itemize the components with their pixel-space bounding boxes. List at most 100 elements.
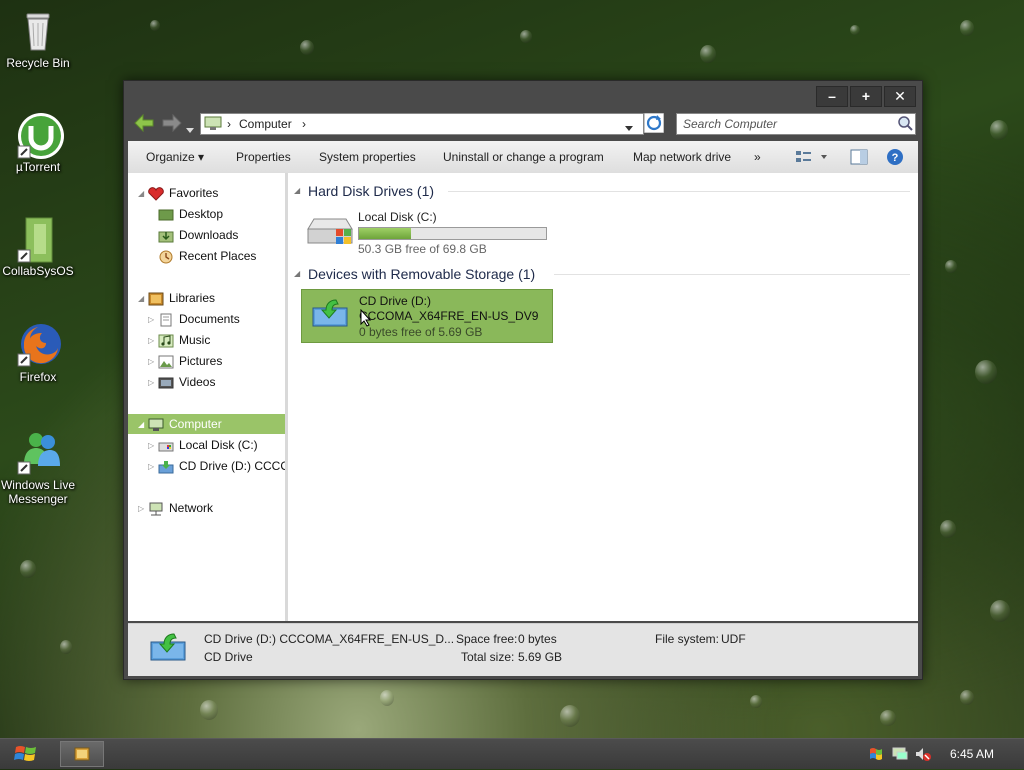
total-size-label: Total size: [461, 650, 515, 664]
nav-item-downloads[interactable]: Downloads [158, 225, 238, 245]
collapsed-triangle-icon[interactable]: ▷ [148, 457, 158, 477]
expanded-triangle-icon: ◢ [138, 293, 145, 303]
collapsed-triangle-icon[interactable]: ▷ [148, 436, 158, 456]
drive-usage-bar [358, 227, 547, 240]
minimize-button[interactable]: – [816, 86, 848, 107]
desktop-icon-label: Firefox [19, 370, 57, 384]
nav-item-pictures[interactable]: ▷ Pictures [148, 351, 222, 371]
nav-item-music[interactable]: ▷ Music [148, 330, 210, 350]
nav-item-recent-places[interactable]: Recent Places [158, 246, 256, 266]
collapsed-triangle-icon[interactable]: ▷ [138, 499, 148, 519]
volume-muted-icon[interactable] [914, 746, 932, 767]
network-tray-icon[interactable] [891, 746, 909, 767]
title-bar[interactable]: – + ✕ [124, 81, 922, 109]
more-commands-button[interactable]: » [754, 150, 761, 164]
nav-label: Documents [179, 312, 240, 326]
nav-item-computer[interactable]: ◢ Computer [128, 414, 285, 434]
local-disk-icon [158, 439, 174, 453]
desktop-icon-label: Windows Live Messenger [0, 478, 76, 506]
expanded-triangle-icon: ◢ [138, 419, 145, 429]
drive-item-local-disk[interactable]: Local Disk (C:) 50.3 GB free of 69.8 GB [304, 205, 554, 256]
recycle-bin-icon [16, 8, 60, 52]
drive-free-space: 50.3 GB free of 69.8 GB [358, 242, 487, 256]
desktop-icon-firefox[interactable]: Firefox [0, 322, 78, 384]
hard-drive-icon [306, 215, 354, 252]
network-icon [148, 502, 164, 516]
address-dropdown-icon[interactable] [625, 121, 633, 135]
uninstall-program-button[interactable]: Uninstall or change a program [443, 150, 604, 164]
utorrent-icon [16, 112, 64, 159]
nav-item-cd-drive[interactable]: ▷ CD Drive (D:) CCCOI [148, 456, 288, 477]
back-arrow-icon[interactable] [134, 113, 154, 135]
search-icon[interactable] [897, 115, 913, 134]
breadcrumb-computer[interactable]: Computer [239, 117, 292, 131]
help-icon[interactable]: ? [886, 148, 904, 169]
cd-drive-icon [158, 460, 174, 474]
group-title-removable-storage[interactable]: Devices with Removable Storage (1) [308, 266, 535, 282]
system-properties-button[interactable]: System properties [319, 150, 416, 164]
windows-live-messenger-icon [16, 430, 60, 475]
breadcrumb-separator[interactable]: › [302, 117, 306, 131]
map-network-drive-button[interactable]: Map network drive [633, 150, 731, 164]
action-center-flag-icon[interactable] [868, 746, 884, 767]
drive-item-cd-drive[interactable]: CD Drive (D:) CCCOMA_X64FRE_EN-US_DV9 0 … [301, 289, 553, 343]
cd-drive-large-icon [312, 298, 348, 331]
taskbar-explorer-button[interactable] [60, 741, 104, 767]
drive-name: Local Disk (C:) [358, 210, 437, 224]
collapsed-triangle-icon[interactable]: ▷ [148, 373, 158, 393]
space-free-value: 0 bytes [518, 632, 557, 646]
taskbar: 6:45 AM [0, 738, 1024, 769]
nav-label: Favorites [169, 186, 219, 200]
file-system-value: UDF [721, 632, 746, 646]
group-title-hard-disk-drives[interactable]: Hard Disk Drives (1) [308, 183, 434, 199]
nav-label: CD Drive (D:) CCCOI [179, 459, 288, 473]
change-view-icon[interactable] [795, 149, 829, 168]
collapsed-triangle-icon[interactable]: ▷ [148, 331, 158, 351]
collapsed-triangle-icon[interactable]: ▷ [148, 310, 158, 330]
drive-free-space: 0 bytes free of 5.69 GB [359, 325, 483, 339]
refresh-icon[interactable] [643, 112, 665, 138]
search-input[interactable]: Search Computer [676, 113, 916, 135]
desktop-icon-windows-live-messenger[interactable]: Windows Live Messenger [0, 430, 78, 506]
group-divider [448, 191, 910, 192]
collapsed-triangle-icon[interactable]: ▷ [148, 352, 158, 372]
drive-name: CD Drive (D:) [359, 294, 431, 308]
nav-item-local-disk[interactable]: ▷ Local Disk (C:) [148, 435, 258, 455]
music-icon [158, 334, 174, 348]
nav-item-libraries[interactable]: ◢ Libraries [138, 288, 215, 308]
total-size-value: 5.69 GB [518, 650, 563, 664]
nav-item-network[interactable]: ▷ Network [138, 498, 213, 518]
breadcrumb-separator[interactable]: › [227, 117, 231, 131]
desktop-icon-label: CollabSysOS [2, 264, 74, 278]
drives-view: ◢ Hard Disk Drives (1) Local Disk (C:) 5… [288, 173, 918, 621]
nav-item-favorites[interactable]: ◢ Favorites [138, 183, 218, 203]
start-button[interactable] [14, 743, 38, 770]
pictures-icon [158, 355, 174, 369]
desktop-icon-recycle-bin[interactable]: Recycle Bin [0, 8, 78, 70]
maximize-button[interactable]: + [850, 86, 882, 107]
preview-pane-icon[interactable] [850, 149, 868, 168]
desktop-icon-collabsysos[interactable]: CollabSysOS [0, 216, 78, 278]
collabsysos-icon [16, 216, 60, 263]
group-collapse-icon[interactable]: ◢ [294, 269, 300, 278]
nav-item-desktop[interactable]: Desktop [158, 204, 223, 224]
properties-button[interactable]: Properties [236, 150, 291, 164]
desktop-icon-utorrent[interactable]: µTorrent [0, 112, 78, 174]
command-bar: Organize ▾ Properties System properties … [128, 141, 918, 174]
address-field[interactable]: › Computer › [200, 113, 644, 135]
forward-arrow-icon[interactable] [162, 113, 182, 135]
nav-item-documents[interactable]: ▷ Documents [148, 309, 240, 329]
nav-item-videos[interactable]: ▷ Videos [148, 372, 215, 392]
nav-label: Network [169, 501, 214, 515]
recent-pages-chevron-icon[interactable] [186, 119, 194, 137]
group-collapse-icon[interactable]: ◢ [294, 186, 300, 195]
organize-menu[interactable]: Organize ▾ [146, 150, 204, 164]
cd-drive-details-icon [150, 632, 186, 665]
details-title: CD Drive (D:) CCCOMA_X64FRE_EN-US_D... [204, 632, 455, 646]
svg-text:?: ? [892, 152, 899, 164]
taskbar-clock[interactable]: 6:45 AM [950, 747, 994, 761]
nav-label: Desktop [179, 207, 224, 221]
close-button[interactable]: ✕ [884, 86, 916, 107]
firefox-icon [16, 322, 61, 367]
drive-volume-label: CCCOMA_X64FRE_EN-US_DV9 [359, 309, 539, 323]
